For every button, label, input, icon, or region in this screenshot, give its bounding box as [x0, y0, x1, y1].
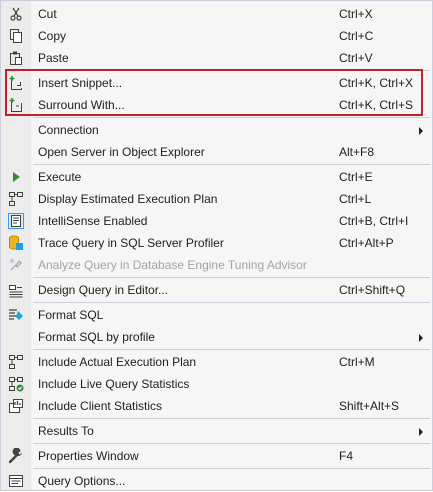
- menu-item-shortcut: Alt+F8: [339, 145, 375, 159]
- menu-item-properties-window[interactable]: Properties Window F4: [1, 445, 432, 467]
- actual-plan-icon: [9, 355, 23, 369]
- menu-item-execute[interactable]: Execute Ctrl+E: [1, 166, 432, 188]
- submenu-arrow-icon: [419, 428, 423, 436]
- menu-item-shortcut: Ctrl+V: [339, 51, 373, 65]
- menu-item-shortcut: Ctrl+X: [339, 7, 373, 21]
- execution-plan-icon: [9, 192, 23, 206]
- menu-item-label: Results To: [38, 424, 94, 438]
- menu-separator: [33, 418, 430, 419]
- menu-separator: [33, 468, 430, 469]
- menu-item-label: Display Estimated Execution Plan: [38, 192, 218, 206]
- tuning-advisor-icon: [10, 259, 22, 271]
- menu-item-shortcut: Ctrl+B, Ctrl+I: [339, 214, 409, 228]
- menu-separator: [33, 443, 430, 444]
- menu-item-shortcut: Ctrl+L: [339, 192, 372, 206]
- menu-separator: [33, 302, 430, 303]
- menu-separator: [33, 164, 430, 165]
- menu-item-label: Include Live Query Statistics: [38, 377, 190, 391]
- query-options-icon: [9, 475, 23, 487]
- menu-separator: [33, 349, 430, 350]
- live-stats-icon: [9, 377, 24, 392]
- menu-item-format-sql[interactable]: Format SQL: [1, 304, 432, 326]
- menu-item-shortcut: Ctrl+M: [339, 355, 375, 369]
- menu-item-query-options[interactable]: Query Options...: [1, 470, 432, 492]
- menu-item-label: Analyze Query in Database Engine Tuning …: [38, 258, 307, 272]
- menu-item-label: Format SQL: [38, 308, 104, 322]
- menu-item-estimated-plan[interactable]: Display Estimated Execution Plan Ctrl+L: [1, 188, 432, 210]
- menu-item-shortcut: Ctrl+Shift+Q: [339, 283, 406, 297]
- menu-item-results-to[interactable]: Results To: [1, 420, 432, 442]
- menu-item-design-query[interactable]: Design Query in Editor... Ctrl+Shift+Q: [1, 279, 432, 301]
- menu-item-analyze-query: Analyze Query in Database Engine Tuning …: [1, 254, 432, 276]
- design-query-icon: [9, 285, 23, 298]
- menu-item-trace-query[interactable]: Trace Query in SQL Server Profiler Ctrl+…: [1, 232, 432, 254]
- menu-item-paste[interactable]: Paste Ctrl+V: [1, 47, 432, 69]
- context-menu: Cut Ctrl+X Copy Ctrl+C Paste Ctrl+V Inse…: [0, 0, 433, 491]
- menu-item-shortcut: Ctrl+Alt+P: [339, 236, 394, 250]
- menu-item-format-sql-profile[interactable]: Format SQL by profile: [1, 326, 432, 348]
- menu-item-shortcut: Shift+Alt+S: [339, 399, 400, 413]
- trace-query-icon: [9, 235, 23, 250]
- menu-item-label: Design Query in Editor...: [38, 283, 169, 297]
- menu-item-label: Properties Window: [38, 449, 139, 463]
- menu-item-connection[interactable]: Connection: [1, 119, 432, 141]
- intellisense-icon: [8, 213, 24, 229]
- menu-item-live-stats[interactable]: Include Live Query Statistics: [1, 373, 432, 395]
- format-sql-icon: [9, 309, 23, 320]
- menu-item-label: Open Server in Object Explorer: [38, 145, 205, 159]
- menu-separator: [33, 277, 430, 278]
- menu-item-client-stats[interactable]: Include Client Statistics Shift+Alt+S: [1, 395, 432, 417]
- menu-separator: [33, 117, 430, 118]
- copy-icon: [10, 29, 22, 43]
- submenu-arrow-icon: [419, 127, 423, 135]
- menu-item-actual-plan[interactable]: Include Actual Execution Plan Ctrl+M: [1, 351, 432, 373]
- menu-item-label: IntelliSense Enabled: [38, 214, 148, 228]
- menu-item-label: Copy: [38, 29, 67, 43]
- menu-item-label: Format SQL by profile: [38, 330, 155, 344]
- menu-item-label: Trace Query in SQL Server Profiler: [38, 236, 224, 250]
- menu-item-shortcut: Ctrl+E: [339, 170, 373, 184]
- menu-item-copy[interactable]: Copy Ctrl+C: [1, 25, 432, 47]
- submenu-arrow-icon: [419, 334, 423, 342]
- menu-item-label: Paste: [38, 51, 69, 65]
- highlight-box: [5, 69, 423, 116]
- menu-item-shortcut: Ctrl+C: [339, 29, 374, 43]
- menu-item-intellisense[interactable]: IntelliSense Enabled Ctrl+B, Ctrl+I: [1, 210, 432, 232]
- menu-item-label: Cut: [38, 7, 57, 21]
- menu-item-label: Include Actual Execution Plan: [38, 355, 197, 369]
- menu-item-shortcut: F4: [339, 449, 354, 463]
- client-stats-icon: [9, 399, 23, 413]
- menu-item-label: Query Options...: [38, 474, 126, 488]
- menu-item-open-server[interactable]: Open Server in Object Explorer Alt+F8: [1, 141, 432, 163]
- menu-item-label: Connection: [38, 123, 99, 137]
- execute-icon: [13, 172, 20, 182]
- menu-item-cut[interactable]: Cut Ctrl+X: [1, 3, 432, 25]
- scissors-icon: [10, 7, 22, 21]
- paste-icon: [10, 51, 22, 65]
- menu-item-label: Include Client Statistics: [38, 399, 163, 413]
- wrench-icon: [8, 448, 22, 464]
- menu-item-label: Execute: [38, 170, 82, 184]
